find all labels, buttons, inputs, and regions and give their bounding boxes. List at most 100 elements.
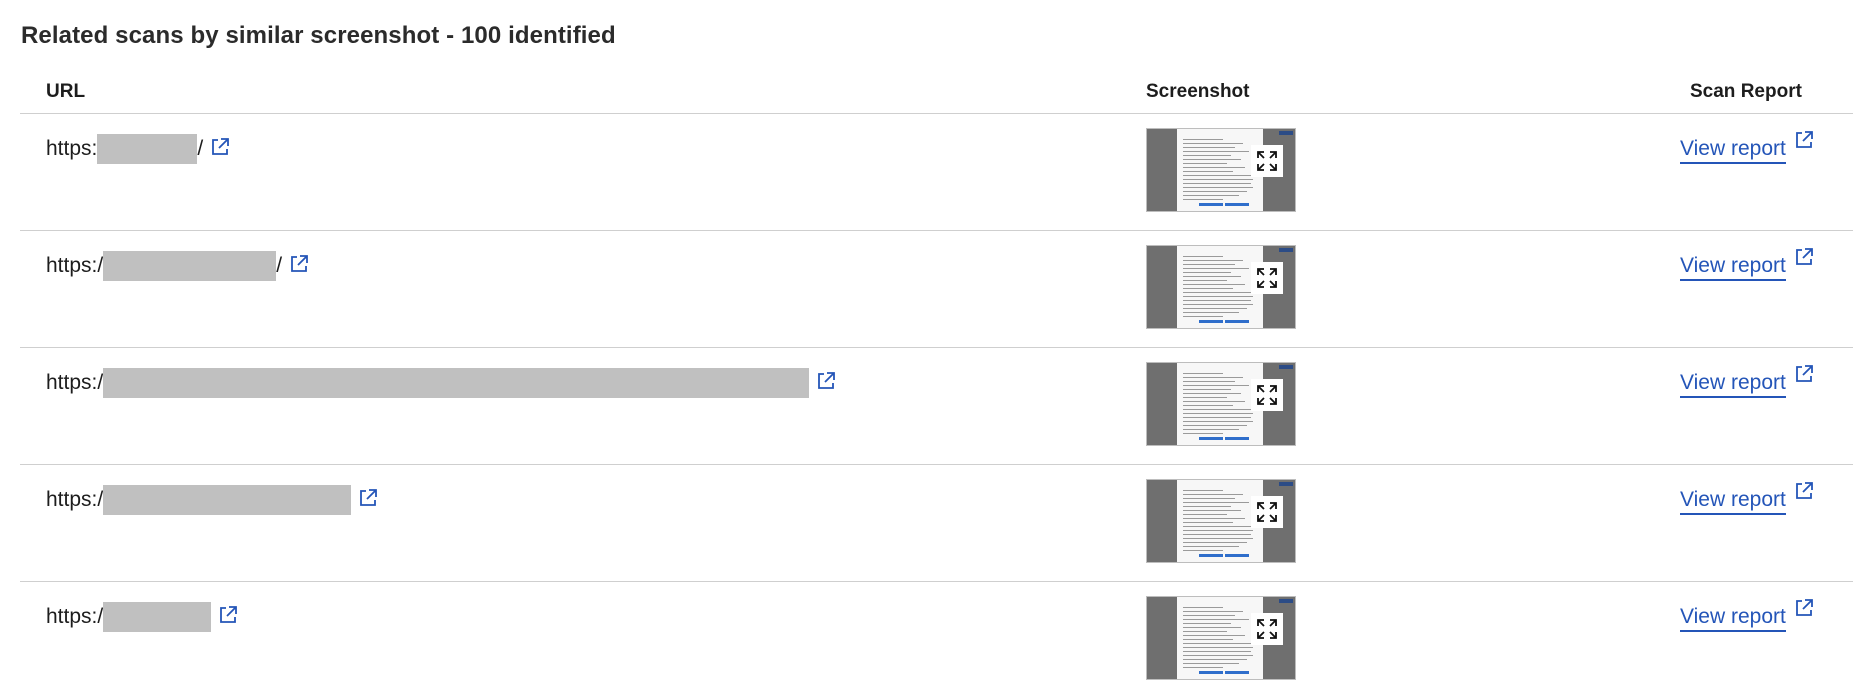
thumbnail-text-line [1183, 514, 1227, 515]
screenshot-thumbnail[interactable] [1146, 596, 1296, 680]
thumbnail-text-line [1183, 159, 1241, 160]
screenshot-thumbnail[interactable] [1146, 362, 1296, 446]
screenshot-thumbnail[interactable] [1146, 479, 1296, 563]
thumbnail-text-line [1183, 191, 1247, 192]
thumbnail-text-line [1183, 542, 1247, 543]
column-header-scan-report: Scan Report [1690, 81, 1802, 102]
thumbnail-text-line [1183, 518, 1245, 519]
thumbnail-topbar [1279, 482, 1293, 486]
url-text: https:/ [46, 605, 104, 628]
view-report-link[interactable]: View report [1680, 604, 1786, 632]
thumbnail-topbar [1279, 131, 1293, 135]
thumbnail-text-line [1183, 377, 1243, 378]
thumbnail-text-line [1183, 667, 1223, 668]
external-link-icon[interactable] [1793, 129, 1815, 151]
view-report-link[interactable]: View report [1680, 487, 1786, 515]
thumbnail-text-line [1183, 199, 1223, 200]
screenshot-thumbnail[interactable] [1146, 245, 1296, 329]
external-link-icon[interactable] [357, 487, 379, 509]
thumbnail-text-line [1183, 429, 1239, 430]
thumbnail-text-line [1183, 187, 1253, 188]
thumbnail-text-line [1183, 183, 1251, 184]
thumbnail-text-line [1183, 490, 1223, 491]
thumbnail-text-line [1183, 167, 1245, 168]
thumbnail-text-line [1183, 627, 1241, 628]
report-cell: View report [1680, 365, 1815, 398]
external-link-icon[interactable] [288, 253, 310, 275]
view-report-link[interactable]: View report [1680, 253, 1786, 281]
thumbnail-text-line [1183, 401, 1245, 402]
thumbnail-text-line [1183, 635, 1245, 636]
expand-icon[interactable] [1251, 379, 1283, 411]
thumbnail-text-line [1183, 651, 1251, 652]
thumbnail-text-line [1183, 663, 1239, 664]
url-suffix: / [197, 137, 204, 160]
expand-icon[interactable] [1251, 496, 1283, 528]
thumbnail-text-line [1183, 526, 1253, 527]
thumbnail-text-line [1183, 631, 1227, 632]
thumbnail-topbar [1279, 248, 1293, 252]
thumbnail-text-line [1183, 139, 1223, 140]
thumbnail-text-line [1183, 260, 1243, 261]
thumbnail-button [1199, 320, 1223, 323]
thumbnail-text-line [1183, 510, 1241, 511]
screenshot-thumbnail[interactable] [1146, 128, 1296, 212]
thumbnail-button [1225, 320, 1249, 323]
report-cell: View report [1680, 599, 1815, 632]
thumbnail-text-line [1183, 389, 1231, 390]
thumbnail-text-line [1183, 381, 1235, 382]
thumbnail-text-line [1183, 276, 1241, 277]
thumbnail-text-line [1183, 195, 1239, 196]
thumbnail-text-line [1183, 643, 1253, 644]
expand-icon[interactable] [1251, 613, 1283, 645]
view-report-link[interactable]: View report [1680, 370, 1786, 398]
report-cell: View report [1680, 131, 1815, 164]
thumbnail-text-line [1183, 409, 1253, 410]
thumbnail-text-line [1183, 405, 1233, 406]
external-link-icon[interactable] [1793, 480, 1815, 502]
thumbnail-button [1225, 671, 1249, 674]
thumbnail-text-line [1183, 615, 1235, 616]
thumbnail-text-line [1183, 506, 1231, 507]
thumbnail-text-line [1183, 163, 1227, 164]
thumbnail-text-line [1183, 530, 1253, 531]
report-cell: View report [1680, 482, 1815, 515]
table-row: https:/ / View report [20, 231, 1853, 348]
thumbnail-text-line [1183, 292, 1253, 293]
external-link-icon[interactable] [217, 604, 239, 626]
url-suffix: / [276, 254, 283, 277]
thumbnail-topbar [1279, 599, 1293, 603]
thumbnail-text-line [1183, 433, 1223, 434]
related-scans-table: URL Screenshot Scan Report https: / View… [20, 76, 1853, 698]
thumbnail-text-line [1183, 623, 1231, 624]
expand-icon[interactable] [1251, 145, 1283, 177]
external-link-icon[interactable] [209, 136, 231, 158]
thumbnail-text-line [1183, 280, 1227, 281]
url-cell: https:/ / [46, 251, 310, 281]
thumbnail-text-line [1183, 522, 1233, 523]
redacted-url [103, 602, 212, 632]
url-cell: https:/ [46, 368, 837, 398]
thumbnail-text-line [1183, 494, 1243, 495]
thumbnail-text-line [1183, 611, 1243, 612]
redacted-url [103, 251, 277, 281]
thumbnail-text-line [1183, 397, 1227, 398]
url-text: https: [46, 137, 98, 160]
expand-icon[interactable] [1251, 262, 1283, 294]
thumbnail-button [1199, 437, 1223, 440]
thumbnail-text-line [1183, 175, 1253, 176]
external-link-icon[interactable] [1793, 246, 1815, 268]
external-link-icon[interactable] [1793, 363, 1815, 385]
thumbnail-text-line [1183, 655, 1253, 656]
thumbnail-text-line [1183, 619, 1249, 620]
view-report-link[interactable]: View report [1680, 136, 1786, 164]
thumbnail-text-line [1183, 498, 1235, 499]
external-link-icon[interactable] [1793, 597, 1815, 619]
redacted-url [103, 485, 352, 515]
url-text: https:/ [46, 371, 104, 394]
thumbnail-text-line [1183, 502, 1249, 503]
external-link-icon[interactable] [815, 370, 837, 392]
thumbnail-button [1199, 554, 1223, 557]
thumbnail-text-line [1183, 268, 1249, 269]
thumbnail-text-line [1183, 304, 1253, 305]
